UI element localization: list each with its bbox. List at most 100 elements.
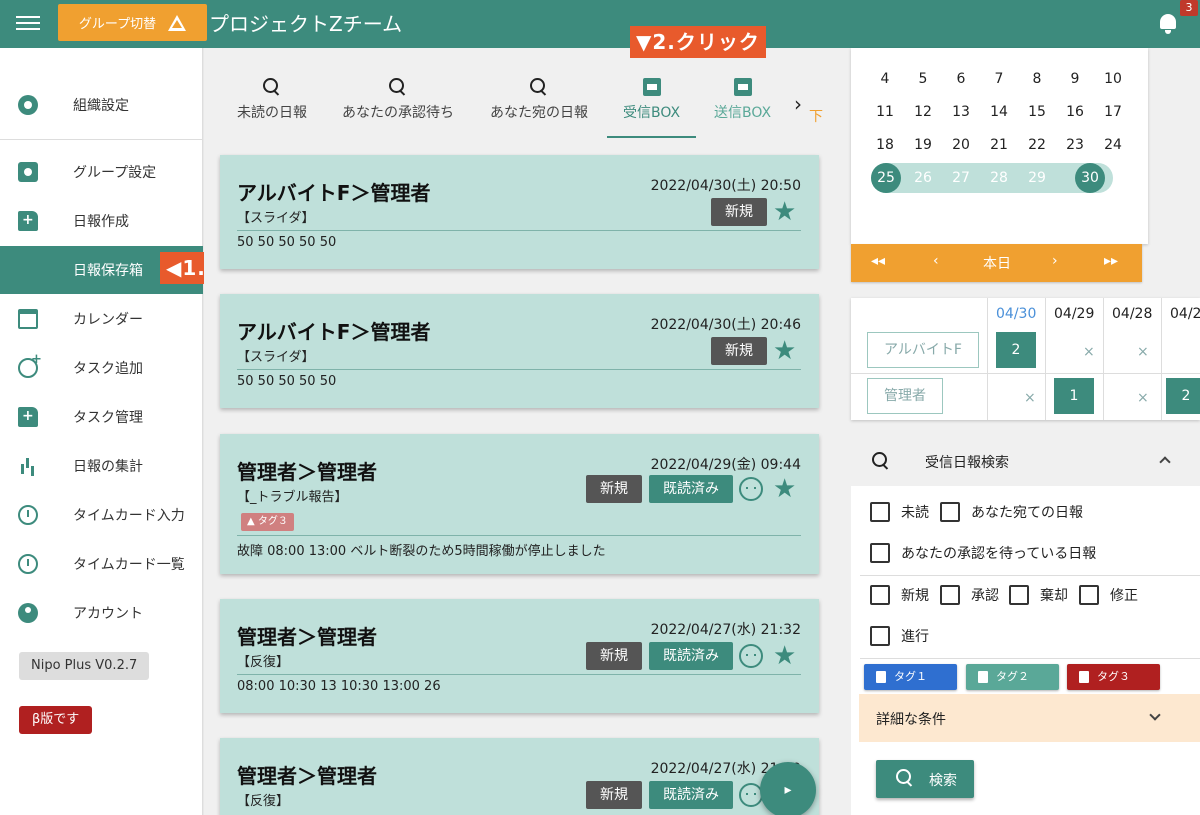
inbox-icon	[642, 78, 661, 96]
bell-icon[interactable]	[1158, 12, 1178, 34]
calendar-day[interactable]: 15	[1022, 104, 1052, 120]
tab-outbox[interactable]: 送信BOX	[714, 78, 771, 122]
filter-fix[interactable]: 修正	[1079, 585, 1138, 605]
calendar-day[interactable]: 8	[1022, 71, 1052, 87]
calendar-day[interactable]: 12	[908, 104, 938, 120]
grid-date-header: 04/2	[1170, 306, 1200, 322]
chevron-left-icon[interactable]: ‹	[933, 253, 939, 269]
calendar-day[interactable]: 4	[870, 71, 900, 87]
search-filters: 未読 あなた宛ての日報 あなたの承認を待っている日報 新規 承認 棄却 修正 進…	[851, 486, 1200, 815]
chevron-right-icon[interactable]: ›	[1052, 253, 1058, 269]
sidebar-item-timecard-list[interactable]: タイムカード一覧	[0, 540, 203, 588]
calendar-day[interactable]: 23	[1060, 137, 1090, 153]
report-card[interactable]: 管理者＞管理者 2022/04/27(水) 21:32 【反復】 新規 既読済み…	[220, 599, 819, 713]
report-card[interactable]: アルバイトF＞管理者 2022/04/30(土) 20:46 【スライダ】 新規…	[220, 294, 819, 408]
sidebar-item-account[interactable]: アカウント	[0, 589, 203, 637]
tag1-filter-button[interactable]: タグ１	[864, 664, 957, 690]
checkbox[interactable]	[940, 585, 960, 605]
grid-member-name[interactable]: 管理者	[867, 378, 943, 414]
grid-count-cell[interactable]: 1	[1054, 378, 1094, 414]
calendar-day[interactable]: 29	[1022, 163, 1052, 193]
calendar-day[interactable]: 5	[908, 71, 938, 87]
star-icon[interactable]: ★	[773, 338, 797, 364]
sidebar-item-group-settings[interactable]: グループ設定	[0, 148, 203, 196]
calendar-day[interactable]: 11	[870, 104, 900, 120]
chevron-down-icon	[1149, 709, 1161, 721]
group-switch-button[interactable]: グループ切替	[58, 4, 207, 41]
menu-icon[interactable]	[16, 12, 40, 36]
calendar-day[interactable]: 19	[908, 137, 938, 153]
sidebar-item-task-add[interactable]: タスク追加	[0, 344, 203, 392]
tab-awaiting-approval[interactable]: あなたの承認待ち	[342, 78, 454, 122]
filter-to-you[interactable]: あなた宛ての日報	[940, 502, 1083, 522]
grid-member-name[interactable]: アルバイトF	[867, 332, 979, 368]
calendar-day[interactable]: 7	[984, 71, 1014, 87]
sidebar-item-org-settings[interactable]: 組織設定	[0, 81, 203, 129]
sidebar-item-report-summary[interactable]: 日報の集計	[0, 442, 203, 490]
calendar-day[interactable]: 6	[946, 71, 976, 87]
checkbox[interactable]	[870, 626, 890, 646]
sidebar-item-calendar[interactable]: カレンダー	[0, 295, 203, 343]
calendar-day[interactable]: 28	[984, 163, 1014, 193]
calendar-day[interactable]: 10	[1098, 71, 1128, 87]
calendar-day[interactable]: 22	[1022, 137, 1052, 153]
calendar-day[interactable]: 16	[1060, 104, 1090, 120]
filter-approved[interactable]: 承認	[940, 585, 999, 605]
filter-progress[interactable]: 進行	[870, 626, 929, 646]
report-card[interactable]: 管理者＞管理者 2022/04/27(水) 21:30 【反復】 新規 既読済み	[220, 738, 819, 815]
calendar-day[interactable]: 21	[984, 137, 1014, 153]
advanced-conditions-toggle[interactable]: 詳細な条件	[859, 694, 1200, 742]
star-icon[interactable]: ★	[773, 476, 797, 502]
chevron-right-icon[interactable]: ›	[794, 92, 802, 116]
report-card[interactable]: アルバイトF＞管理者 2022/04/30(土) 20:50 【スライダ】 新規…	[220, 155, 819, 269]
search-button[interactable]: 検索	[876, 760, 974, 798]
calendar-day[interactable]: 26	[908, 163, 938, 193]
tag2-filter-button[interactable]: タグ２	[966, 664, 1059, 690]
calendar-range-end[interactable]: 30	[1075, 163, 1105, 193]
checkbox[interactable]	[870, 543, 890, 563]
checkbox[interactable]	[940, 502, 960, 522]
checkbox[interactable]	[1009, 585, 1029, 605]
checkbox[interactable]	[1079, 585, 1099, 605]
filter-label: 修正	[1110, 588, 1138, 604]
calendar-day[interactable]: 17	[1098, 104, 1128, 120]
sidebar-item-timecard-input[interactable]: タイムカード入力	[0, 491, 203, 539]
calendar-day[interactable]: 9	[1060, 71, 1090, 87]
star-icon[interactable]: ★	[773, 199, 797, 225]
sidebar-item-label: 日報の集計	[73, 459, 143, 475]
filter-rejected[interactable]: 棄却	[1009, 585, 1068, 605]
calendar-day[interactable]: 14	[984, 104, 1014, 120]
tab-inbox[interactable]: 受信BOX	[607, 78, 697, 138]
calendar-day[interactable]: 20	[946, 137, 976, 153]
card-category: 【スライダ】	[237, 211, 315, 226]
calendar-day[interactable]: 13	[946, 104, 976, 120]
checkbox[interactable]	[870, 585, 890, 605]
sidebar-item-task-manage[interactable]: タスク管理	[0, 393, 203, 441]
chevron-up-icon[interactable]	[1159, 456, 1171, 468]
today-button[interactable]: 本日	[983, 253, 1011, 273]
filter-awaiting-approval[interactable]: あなたの承認を待っている日報	[870, 543, 1096, 563]
filter-new[interactable]: 新規	[870, 585, 929, 605]
tag3-filter-button[interactable]: タグ３	[1067, 664, 1160, 690]
fab-next-button[interactable]: ▸	[760, 762, 816, 815]
star-icon[interactable]: ★	[773, 643, 797, 669]
sidebar-item-create-report[interactable]: 日報作成	[0, 197, 203, 245]
calendar-day[interactable]: 27	[946, 163, 976, 193]
calendar-day[interactable]: 24	[1098, 137, 1128, 153]
tab-label: 受信BOX	[623, 105, 681, 121]
report-card[interactable]: 管理者＞管理者 2022/04/29(金) 09:44 【_トラブル報告】 ▲ …	[220, 434, 819, 574]
tab-to-you[interactable]: あなた宛の日報	[490, 78, 588, 122]
fast-back-icon[interactable]: ◂◂	[871, 253, 885, 269]
checkbox[interactable]	[870, 502, 890, 522]
tab-unread[interactable]: 未読の日報	[237, 78, 307, 122]
filter-unread[interactable]: 未読	[870, 502, 929, 522]
grid-count-cell[interactable]: 2	[996, 332, 1036, 368]
sidebar-item-label: 組織設定	[73, 98, 129, 114]
calendar-day[interactable]: 18	[870, 137, 900, 153]
calendar-range-start[interactable]: 25	[871, 163, 901, 193]
grid-count-cell[interactable]: 2	[1166, 378, 1200, 414]
fast-forward-icon[interactable]: ▸▸	[1104, 253, 1118, 269]
search-panel-header[interactable]: 受信日報検索	[851, 436, 1200, 486]
card-date: 2022/04/27(水) 21:32	[650, 622, 801, 638]
filter-label: あなた宛ての日報	[971, 505, 1083, 521]
